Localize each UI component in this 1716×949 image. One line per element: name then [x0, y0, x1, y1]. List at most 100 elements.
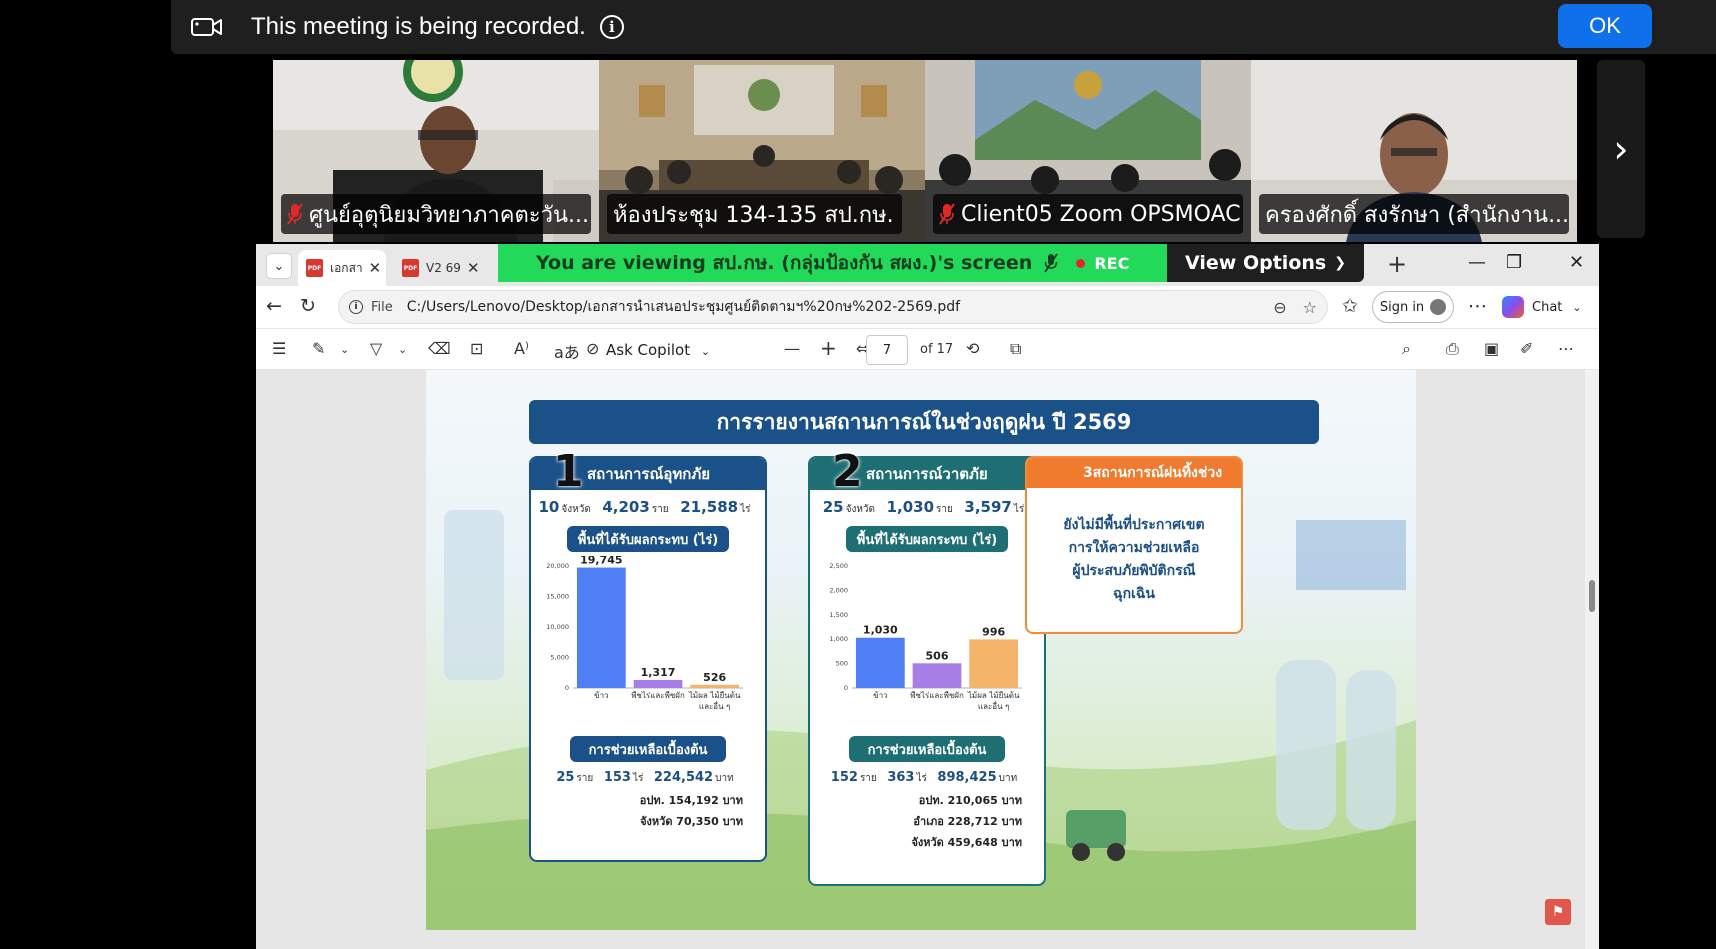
x-category-label: ไม้ผล ไม้ยืนต้น — [967, 691, 1020, 700]
new-tab-button[interactable]: + — [1387, 250, 1407, 278]
y-tick-label: 0 — [844, 684, 848, 692]
back-icon[interactable]: ← — [266, 295, 282, 317]
panel-storm: 2 สถานการณ์วาตภัย 25 จังหวัด 1,030 ราย 3,5… — [808, 446, 1046, 886]
recording-banner: This meeting is being recorded. i OK — [171, 0, 1716, 54]
close-tab-icon[interactable]: ✕ — [369, 259, 382, 277]
screen-share-status-bar: You are viewing สป.กษ. (กลุ่มป้องกัน สผง… — [498, 244, 1167, 282]
rec-label: REC — [1094, 253, 1130, 273]
assistance-breakdown: อปท. 154,192 บาท จังหวัด 70,350 บาท — [639, 794, 743, 828]
panel-number: 3 — [1083, 465, 1093, 481]
tab-title: V2 69 — [426, 261, 461, 275]
address-bar-row: ← ↻ i File C:/Users/Lenovo/Desktop/เอกสา… — [256, 286, 1599, 328]
url-text: C:/Users/Lenovo/Desktop/เอกสารนำเสนอประช… — [406, 299, 961, 315]
browser-tab-active[interactable]: PDF เอกสา ✕ — [298, 250, 386, 286]
more-options-icon[interactable]: ⋯ — [1558, 339, 1574, 358]
page-number-input[interactable]: 7 — [866, 335, 908, 365]
zoom-meeting-window: This meeting is being recorded. i OK ศูน… — [0, 0, 1716, 949]
chevron-right-icon: › — [1613, 127, 1629, 171]
tab-title: เอกสา — [330, 260, 363, 275]
x-category-label: พืชไร่และพืชผัก — [910, 691, 964, 700]
ask-copilot-button[interactable]: Ask Copilot ⌄ — [606, 341, 710, 359]
save-as-icon[interactable]: ✐ — [1520, 339, 1533, 358]
chevron-down-icon: ⌄ — [700, 345, 711, 358]
restore-icon[interactable]: ❐ — [1506, 252, 1522, 273]
chevron-down-icon[interactable]: ⌄ — [340, 343, 349, 356]
tab-list-button[interactable]: ⌄ — [266, 253, 292, 279]
bar-value-label: 506 — [926, 649, 949, 662]
viewing-screen-text: You are viewing สป.กษ. (กลุ่มป้องกัน สผง… — [536, 252, 1033, 274]
bar — [690, 684, 740, 688]
info-icon[interactable]: i — [599, 15, 624, 39]
panel-header: 2 สถานการณ์วาตภัย — [810, 446, 1044, 497]
print-icon[interactable]: ⎙ — [1446, 339, 1459, 359]
more-menu-icon[interactable]: ⋯ — [1468, 295, 1487, 317]
zoom-out-icon[interactable]: ⊖ — [1273, 298, 1286, 317]
recording-message: This meeting is being recorded. — [251, 13, 586, 40]
address-bar[interactable]: i File C:/Users/Lenovo/Desktop/เอกสารนำเ… — [338, 290, 1328, 324]
x-category-label: ไม้ผล ไม้ยืนต้น — [688, 691, 741, 700]
scrollbar-thumb[interactable] — [1589, 580, 1595, 612]
participant-name-label: ห้องประชุม 134-135 สป.กษ. — [607, 194, 902, 234]
zoom-in-button[interactable]: + — [820, 336, 837, 360]
url-scheme: File — [371, 299, 393, 315]
y-tick-label: 5,000 — [550, 654, 569, 662]
recording-dot-icon — [1076, 258, 1086, 268]
close-window-icon[interactable]: ✕ — [1569, 252, 1584, 273]
contents-icon[interactable]: ☰ — [272, 339, 286, 358]
translate-icon[interactable]: aあ — [554, 339, 580, 363]
sign-in-button[interactable]: Sign in — [1372, 291, 1454, 323]
draw-icon[interactable]: ▽ — [370, 339, 382, 358]
pdf-file-icon: PDF — [306, 259, 323, 277]
save-icon[interactable]: ▣ — [1484, 339, 1499, 358]
eraser-icon[interactable]: ⌫ — [428, 339, 451, 358]
page-view-icon[interactable]: ⧉ — [1010, 339, 1021, 359]
copilot-outline-icon[interactable]: ⊘ — [586, 339, 599, 358]
participant-tile[interactable]: ห้องประชุม 134-135 สป.กษ. — [599, 60, 925, 242]
pdf-file-icon: PDF — [402, 259, 419, 277]
view-options-button[interactable]: View Options ❯ — [1167, 244, 1364, 282]
bar-value-label: 1,317 — [641, 666, 676, 679]
impact-stats: 10 จังหวัด 4,203 ราย 21,588 ไร่ — [538, 498, 751, 516]
y-tick-label: 1,000 — [829, 635, 848, 643]
bar-value-label: 996 — [982, 625, 1005, 638]
text-box-icon[interactable]: ⊡ — [470, 339, 483, 358]
read-aloud-icon[interactable]: A⁾ — [514, 339, 529, 358]
ok-button[interactable]: OK — [1558, 4, 1652, 48]
participant-tile[interactable]: Client05 Zoom OPSMOAC — [925, 60, 1251, 242]
search-icon[interactable]: ⌕ — [1402, 339, 1411, 359]
highlight-icon[interactable]: ✎ — [312, 339, 325, 358]
panel-drought: 3 สถานการณ์ฝนทิ้งช่วง ยังไม่มีพื้นที่ประ… — [1025, 456, 1243, 634]
muted-mic-icon — [287, 203, 303, 225]
favorites-icon[interactable]: ✩ — [1342, 295, 1358, 317]
pdf-viewport[interactable]: การรายงานสถานการณ์ในช่วงฤดูฝน ปี 2569 1 … — [256, 370, 1599, 949]
copilot-chat-button[interactable]: Chat ⌄ — [1502, 296, 1582, 318]
avatar-icon — [1430, 299, 1447, 315]
bar-value-label: 526 — [703, 671, 726, 684]
y-tick-label: 10,000 — [546, 623, 569, 631]
refresh-icon[interactable]: ↻ — [300, 295, 316, 317]
vertical-scrollbar[interactable] — [1585, 370, 1599, 949]
browser-tab-bar: ⌄ PDF เอกสา ✕ PDF V2 69 ✕ You are viewin… — [256, 244, 1599, 286]
site-info-icon[interactable]: i — [349, 300, 363, 314]
x-category-label: และอื่น ๆ — [699, 700, 730, 711]
chart-title-pill: พื้นที่ได้รับผลกระทบ (ไร่) — [567, 526, 729, 552]
assistance-title-pill: การช่วยเหลือเบื้องต้น — [570, 736, 726, 762]
minimize-icon[interactable]: — — [1468, 252, 1486, 273]
chevron-down-icon[interactable]: ⌄ — [398, 343, 407, 356]
assistance-stats: 25 ราย 153 ไร่ 224,542 บาท — [556, 770, 734, 785]
browser-tab[interactable]: PDF V2 69 ✕ — [394, 250, 480, 286]
x-category-label: ข้าว — [873, 691, 887, 700]
shared-screen: ⌄ PDF เอกสา ✕ PDF V2 69 ✕ You are viewin… — [256, 244, 1599, 949]
participant-tile[interactable]: ศูนย์อุตุนิยมวิทยาภาคตะวัน... — [273, 60, 599, 242]
bar — [969, 639, 1019, 688]
chevron-down-icon: ⌄ — [273, 258, 285, 274]
muted-mic-icon — [1044, 253, 1059, 273]
panel-flood: 1 สถานการณ์อุทกภัย 10 จังหวัด 4,203 ราย 21… — [529, 446, 767, 862]
rotate-icon[interactable]: ⟲ — [966, 339, 979, 358]
participant-tile-active-speaker[interactable]: ครองศักดิ์ สงรักษา (สำนักงาน... — [1251, 60, 1577, 242]
close-tab-icon[interactable]: ✕ — [467, 259, 480, 277]
zoom-out-button[interactable]: — — [784, 339, 800, 358]
gallery-next-button[interactable]: › — [1597, 60, 1645, 238]
acrobat-icon[interactable]: ⚑ — [1545, 899, 1571, 925]
favorite-star-icon[interactable]: ☆ — [1303, 298, 1317, 317]
